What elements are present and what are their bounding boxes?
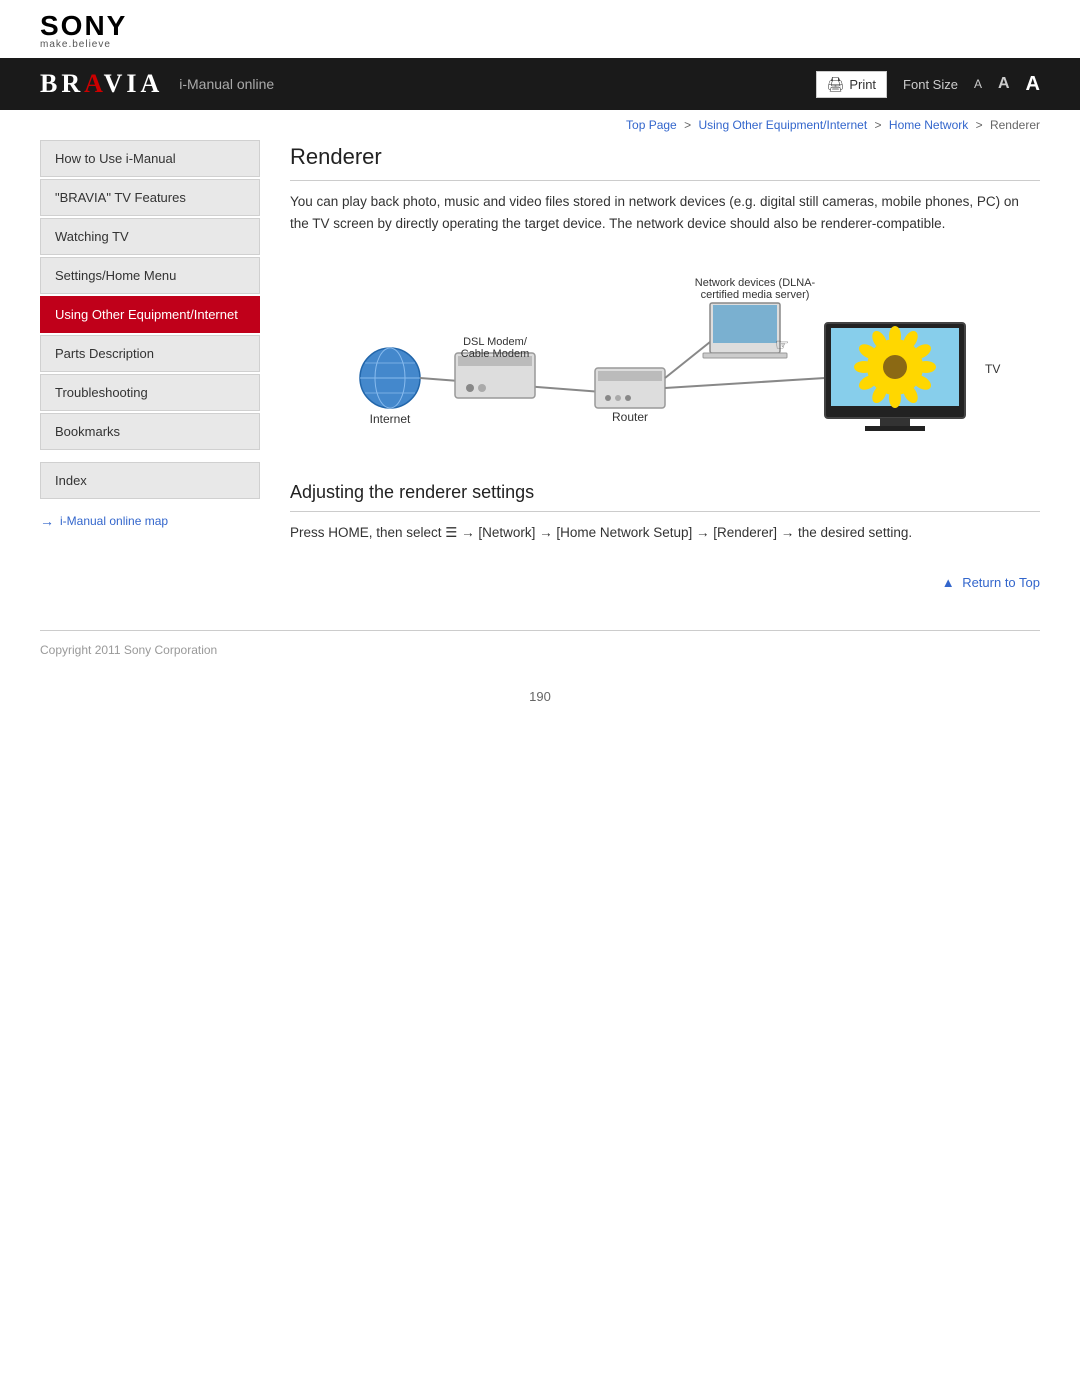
bravia-right: 🖨 Print Font Size A A A bbox=[816, 71, 1040, 98]
breadcrumb-sep2: > bbox=[875, 118, 882, 132]
bravia-bar: BRAVIA i-Manual online 🖨 Print Font Size… bbox=[0, 58, 1080, 110]
sidebar-item-troubleshooting[interactable]: Troubleshooting bbox=[40, 374, 260, 411]
arrow-right-icon: → bbox=[40, 513, 54, 529]
breadcrumb-top-page[interactable]: Top Page bbox=[626, 118, 677, 132]
sidebar-item-bookmarks[interactable]: Bookmarks bbox=[40, 413, 260, 450]
sony-tagline: make.believe bbox=[40, 40, 1040, 50]
return-to-top-link[interactable]: ▲ Return to Top bbox=[942, 575, 1040, 590]
sidebar: How to Use i-Manual "BRAVIA" TV Features… bbox=[40, 140, 260, 590]
copyright: Copyright 2011 Sony Corporation bbox=[40, 643, 217, 657]
breadcrumb-sep1: > bbox=[684, 118, 691, 132]
breadcrumb-sep3: > bbox=[976, 118, 983, 132]
imanual-link-label: i-Manual online map bbox=[60, 514, 168, 528]
section-title: Adjusting the renderer settings bbox=[290, 482, 1040, 512]
svg-text:Cable Modem: Cable Modem bbox=[461, 348, 529, 360]
content-description: You can play back photo, music and video… bbox=[290, 191, 1040, 234]
sidebar-divider bbox=[40, 452, 260, 462]
bravia-left: BRAVIA i-Manual online bbox=[40, 69, 274, 99]
main-layout: How to Use i-Manual "BRAVIA" TV Features… bbox=[0, 140, 1080, 610]
svg-text:Router: Router bbox=[612, 410, 648, 424]
print-button[interactable]: 🖨 Print bbox=[816, 71, 888, 98]
font-size-label: Font Size bbox=[903, 77, 958, 92]
sidebar-item-bravia-features[interactable]: "BRAVIA" TV Features bbox=[40, 179, 260, 216]
sony-logo: SONY make.believe bbox=[40, 12, 1040, 50]
sidebar-item-index[interactable]: Index bbox=[40, 462, 260, 499]
sidebar-item-watching-tv[interactable]: Watching TV bbox=[40, 218, 260, 255]
svg-text:DSL Modem/: DSL Modem/ bbox=[463, 336, 528, 348]
network-diagram: Internet DSL Modem/ Cable Modem Router bbox=[290, 258, 1040, 458]
bravia-subtitle: i-Manual online bbox=[179, 76, 274, 92]
svg-text:certified media server): certified media server) bbox=[701, 289, 810, 301]
font-medium-button[interactable]: A bbox=[998, 75, 1010, 93]
breadcrumb-home-network[interactable]: Home Network bbox=[889, 118, 968, 132]
svg-text:Network devices (DLNA-: Network devices (DLNA- bbox=[695, 277, 816, 289]
return-to-top: ▲ Return to Top bbox=[290, 564, 1040, 590]
svg-text:☞: ☞ bbox=[775, 337, 789, 354]
diagram-svg: Internet DSL Modem/ Cable Modem Router bbox=[290, 258, 1040, 458]
content-area: Renderer You can play back photo, music … bbox=[290, 140, 1040, 590]
breadcrumb: Top Page > Using Other Equipment/Interne… bbox=[0, 110, 1080, 140]
svg-text:Internet: Internet bbox=[370, 412, 411, 426]
font-large-button[interactable]: A bbox=[1026, 73, 1040, 96]
sidebar-item-how-to-use[interactable]: How to Use i-Manual bbox=[40, 140, 260, 177]
sidebar-item-parts-description[interactable]: Parts Description bbox=[40, 335, 260, 372]
sony-brand: SONY bbox=[40, 12, 1040, 40]
print-icon: 🖨 bbox=[827, 76, 845, 93]
section-description: Press HOME, then select ☰ → [Network] → … bbox=[290, 522, 1040, 544]
header-top: SONY make.believe bbox=[0, 0, 1080, 58]
font-small-button[interactable]: A bbox=[974, 77, 982, 91]
triangle-up-icon: ▲ bbox=[942, 575, 955, 590]
bravia-logo: BRAVIA bbox=[40, 69, 163, 99]
svg-text:TV: TV bbox=[985, 362, 1000, 376]
footer: Copyright 2011 Sony Corporation bbox=[0, 631, 1080, 669]
imanual-map-link[interactable]: → i-Manual online map bbox=[40, 513, 260, 529]
page-title: Renderer bbox=[290, 144, 1040, 181]
sidebar-item-settings-home[interactable]: Settings/Home Menu bbox=[40, 257, 260, 294]
return-to-top-label: Return to Top bbox=[962, 575, 1040, 590]
page-number: 190 bbox=[0, 669, 1080, 724]
sidebar-item-using-other[interactable]: Using Other Equipment/Internet bbox=[40, 296, 260, 333]
breadcrumb-using-other[interactable]: Using Other Equipment/Internet bbox=[698, 118, 867, 132]
breadcrumb-current: Renderer bbox=[990, 118, 1040, 132]
